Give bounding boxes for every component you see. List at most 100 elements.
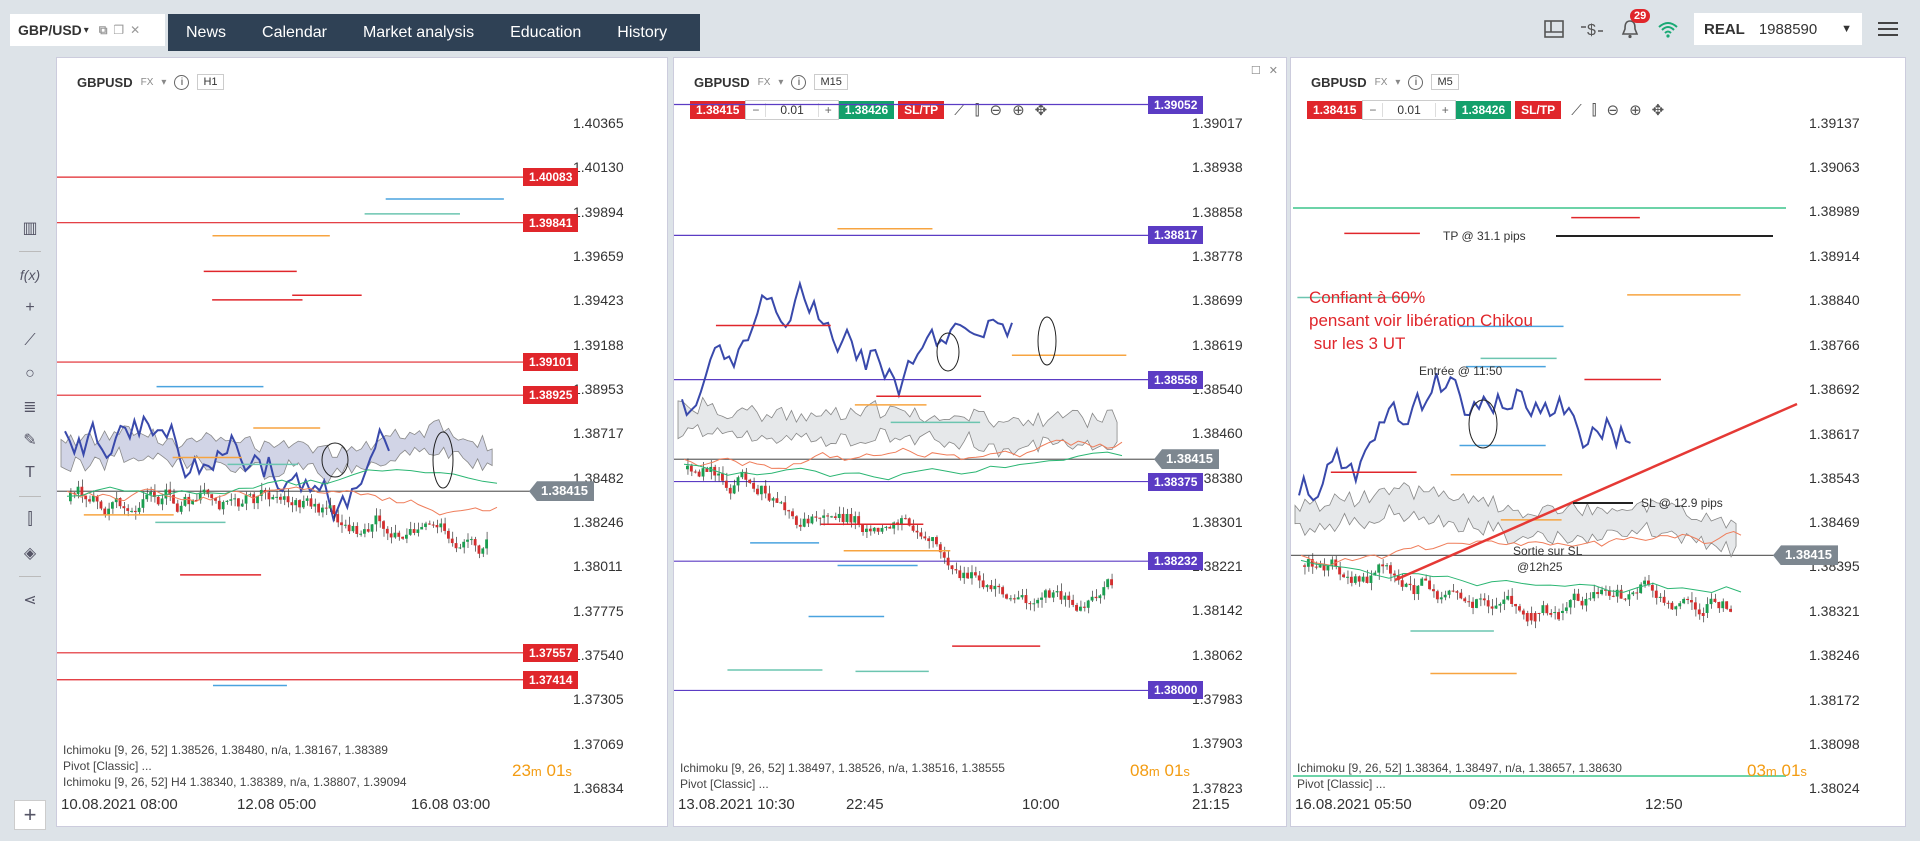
candle-body: [1596, 592, 1600, 595]
text-icon[interactable]: T: [18, 463, 42, 483]
sl-label[interactable]: SL @ 12.9 pips: [1641, 496, 1723, 510]
tp-label[interactable]: TP @ 31.1 pips: [1443, 229, 1526, 243]
legend-item[interactable]: Pivot [Classic] ...: [680, 776, 1005, 792]
legend-item[interactable]: Ichimoku [9, 26, 52] 1.38497, 1.38526, n…: [680, 760, 1005, 776]
price-level-tag[interactable]: 1.37557: [523, 643, 579, 662]
layout-icon[interactable]: [1542, 17, 1566, 41]
candle-body: [1435, 591, 1439, 600]
nav-education[interactable]: Education: [492, 24, 599, 42]
trading-app: GBP/USD ▾ ⧉ ❐ ✕ News Calendar Market ana…: [0, 0, 1920, 841]
account-selector[interactable]: REAL 1988590 ▼: [1694, 13, 1862, 45]
symbol-tab[interactable]: GBP/USD ▾ ⧉ ❐ ✕: [10, 14, 165, 46]
candle-body: [69, 492, 72, 502]
chart-panel-m5[interactable]: GBPUSD FX ▾ i M5 1.38415 − 0.01 + 1.3842…: [1290, 57, 1906, 827]
nav-news[interactable]: News: [168, 24, 244, 42]
nav-market-analysis[interactable]: Market analysis: [345, 24, 492, 42]
candle-body: [1475, 599, 1478, 608]
price-level-tag[interactable]: 1.38925: [523, 386, 579, 405]
nav-history[interactable]: History: [599, 24, 685, 42]
fibonacci-icon[interactable]: ≣: [18, 397, 42, 417]
candle-body: [973, 572, 977, 576]
dollar-transfer-icon[interactable]: $: [1580, 17, 1604, 41]
trade-note[interactable]: Confiant à 60% pensant voir libération C…: [1309, 286, 1533, 355]
price-level-tag[interactable]: 1.38232: [1148, 552, 1204, 571]
candle-body: [818, 517, 822, 519]
candle-body: [340, 522, 343, 526]
price-level-tag[interactable]: 1.37414: [523, 670, 579, 689]
countdown-min-unit: m: [1765, 764, 1777, 779]
circle-icon[interactable]: ○: [18, 364, 42, 384]
candle-body: [137, 507, 141, 513]
candle-body: [1353, 576, 1357, 583]
price-level-tag[interactable]: 1.38817: [1148, 226, 1204, 245]
candle-body: [1067, 595, 1071, 600]
candle-body: [84, 495, 88, 500]
candle-body: [759, 485, 763, 495]
legend-item[interactable]: Pivot [Classic] ...: [1297, 776, 1622, 792]
candle-body: [1471, 601, 1474, 608]
close-icon[interactable]: ✕: [130, 23, 140, 38]
share-icon[interactable]: ⋖: [18, 590, 42, 610]
candle-body: [853, 516, 857, 523]
candle-body: [1713, 598, 1717, 602]
candle-body: [1553, 612, 1557, 614]
price-level-tag[interactable]: 1.38000: [1148, 681, 1204, 700]
candle-body: [1439, 597, 1443, 600]
hamburger-menu-icon[interactable]: [1876, 17, 1900, 41]
nav-calendar[interactable]: Calendar: [244, 24, 345, 42]
legend-item[interactable]: Pivot [Classic] ...: [63, 758, 407, 774]
crosshair-icon[interactable]: +: [18, 298, 42, 318]
price-level-tag[interactable]: 1.38375: [1148, 472, 1204, 491]
y-label: 1.39659: [573, 247, 624, 264]
candle-body: [1486, 600, 1490, 607]
candle-body: [370, 524, 374, 532]
entry-label[interactable]: Entrée @ 11:50: [1419, 364, 1502, 378]
price-level-tag[interactable]: 1.40083: [523, 168, 579, 187]
pencil-icon[interactable]: ✎: [18, 430, 42, 450]
chart-panel-m15[interactable]: ☐ ✕ GBPUSD FX ▾ i M15 1.38415 − 0.01 + 1.…: [673, 57, 1287, 827]
restore-icon[interactable]: ❐: [113, 23, 124, 38]
layers-icon[interactable]: ◈: [18, 543, 42, 563]
candle-body: [1338, 566, 1342, 575]
candle-body: [1078, 606, 1082, 611]
chart-panel-h1[interactable]: GBPUSD FX ▾ i H1 Ichimoku [9, 26, 52] 1.…: [56, 57, 668, 827]
trendline-icon[interactable]: ⟋: [18, 331, 42, 351]
candle-body: [336, 514, 340, 523]
price-level-tag[interactable]: 1.39052: [1148, 95, 1204, 114]
candle-body: [892, 522, 896, 529]
candle-body: [443, 523, 446, 531]
indicators-icon[interactable]: f(x): [18, 265, 42, 285]
candle-body: [752, 482, 756, 489]
countdown-min: 03: [1747, 761, 1766, 780]
candle-body: [1615, 589, 1619, 597]
y-label: 1.37903: [1192, 735, 1243, 752]
candle-body: [145, 494, 149, 500]
exit-time-label[interactable]: @12h25: [1517, 560, 1563, 574]
candle-body: [1705, 604, 1709, 613]
chart-type-icon[interactable]: ▥: [18, 218, 42, 238]
exit-label[interactable]: Sortie sur SL: [1513, 544, 1582, 558]
add-chart-button[interactable]: +: [14, 800, 46, 830]
candle-body: [301, 500, 305, 508]
candle-body: [237, 498, 240, 507]
candles-icon[interactable]: ⫿: [18, 510, 42, 530]
x-label: 09:20: [1469, 796, 1507, 813]
price-level-tag[interactable]: 1.38558: [1148, 370, 1204, 389]
candle-body: [133, 510, 137, 513]
detach-icon[interactable]: ⧉: [99, 23, 108, 38]
price-level-tag[interactable]: 1.39841: [523, 213, 579, 232]
price-level-tag[interactable]: 1.39101: [523, 353, 579, 372]
candle-body: [1389, 565, 1392, 574]
candle-body: [1518, 606, 1521, 611]
candle-body: [1369, 575, 1373, 583]
legend-item[interactable]: Ichimoku [9, 26, 52] 1.38364, 1.38497, n…: [1297, 760, 1622, 776]
bell-icon[interactable]: 29: [1618, 9, 1651, 41]
legend-item[interactable]: Ichimoku [9, 26, 52] 1.38526, 1.38480, n…: [63, 742, 407, 758]
legend-item[interactable]: Ichimoku [9, 26, 52] H4 1.38340, 1.38389…: [63, 774, 407, 790]
candle-body: [447, 530, 450, 539]
candle-body: [298, 500, 301, 508]
candle-body: [1424, 578, 1428, 581]
candle-body: [1635, 592, 1639, 594]
chevron-down-icon[interactable]: ▼: [1841, 23, 1852, 35]
chevron-down-icon[interactable]: ▾: [84, 25, 89, 36]
